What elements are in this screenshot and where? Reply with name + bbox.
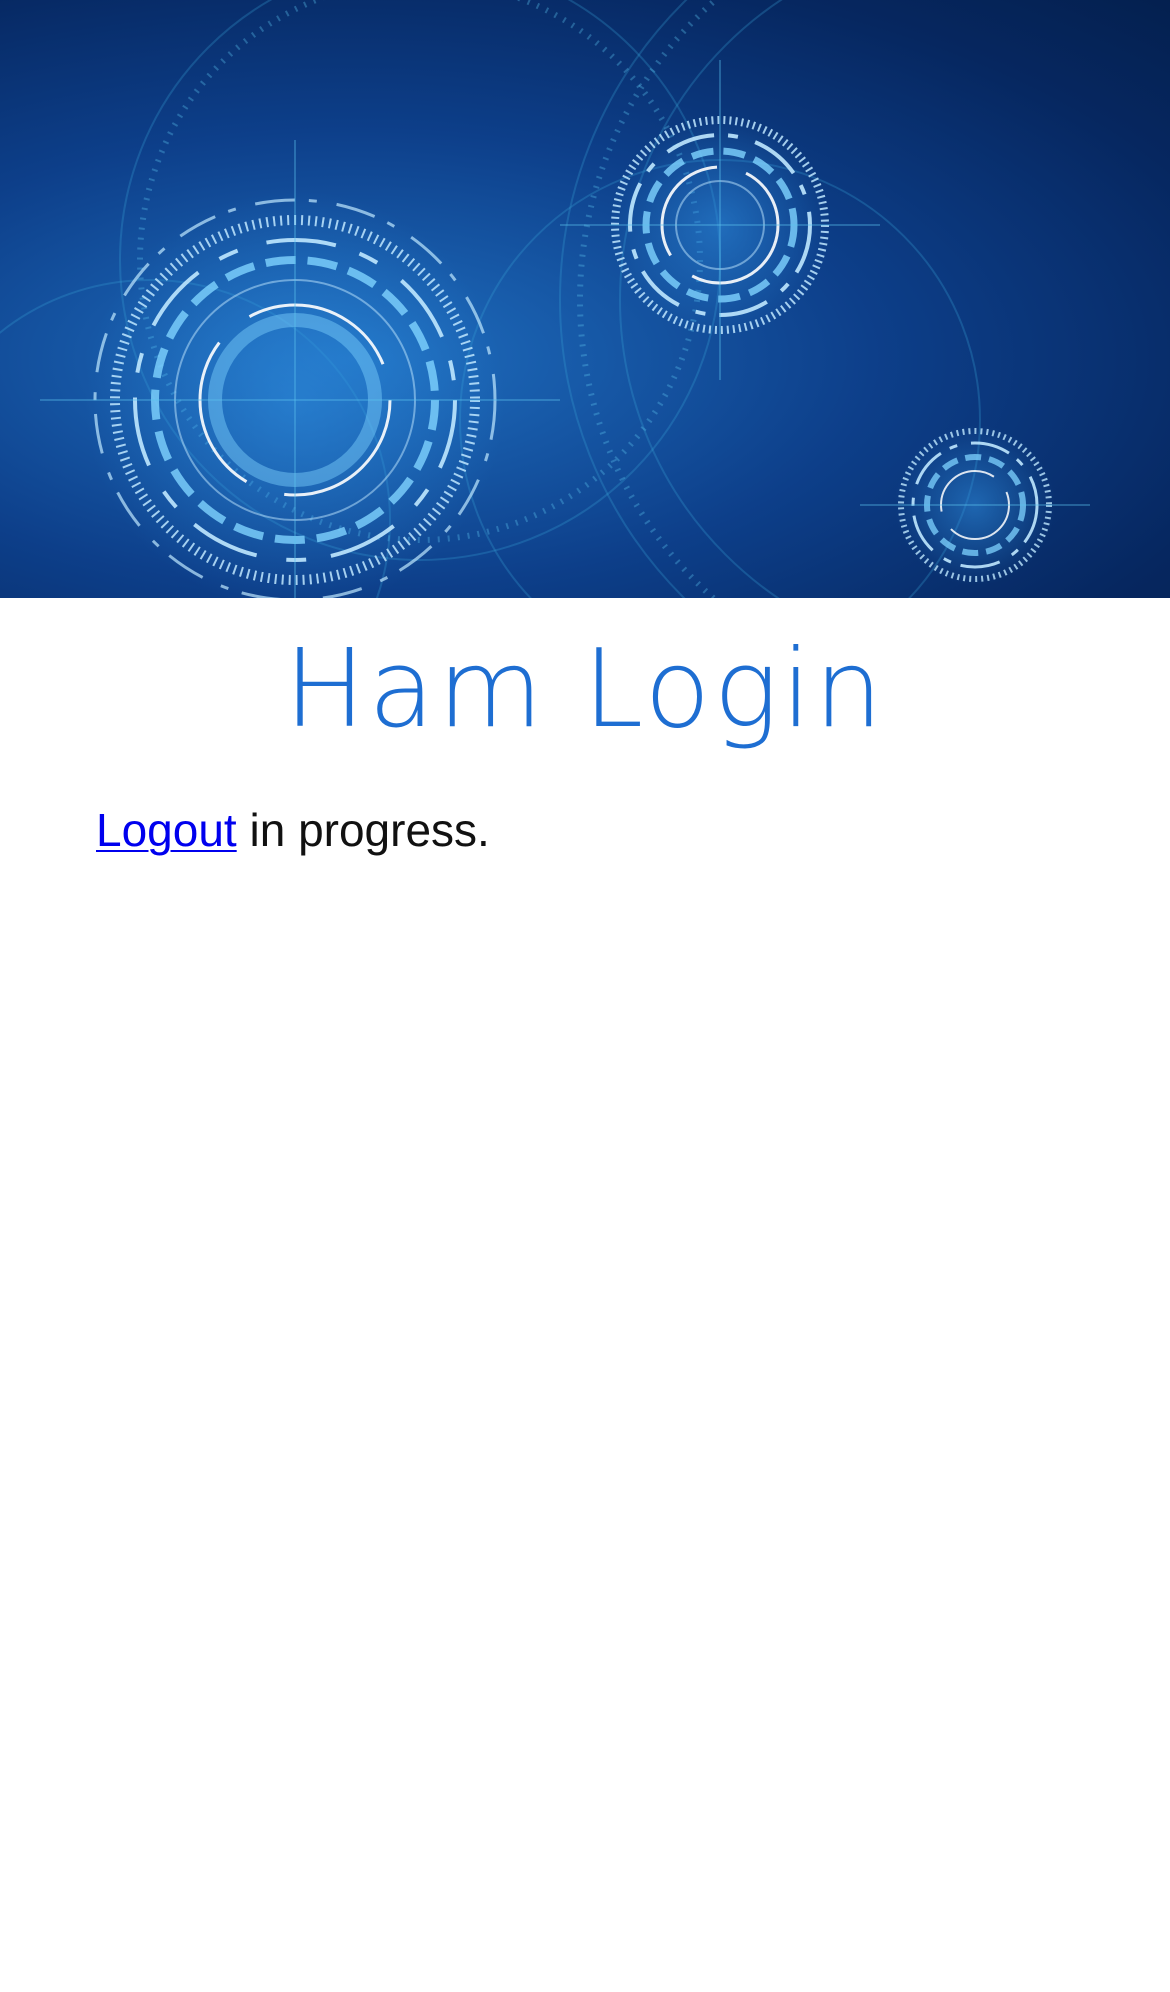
header-banner-image	[0, 0, 1170, 598]
logout-status-message: Logout in progress.	[96, 800, 490, 860]
tech-circles-graphic	[0, 0, 1090, 598]
logout-link[interactable]: Logout	[96, 804, 237, 856]
status-text: in progress.	[236, 804, 490, 856]
page-title: Ham Login	[284, 627, 886, 752]
